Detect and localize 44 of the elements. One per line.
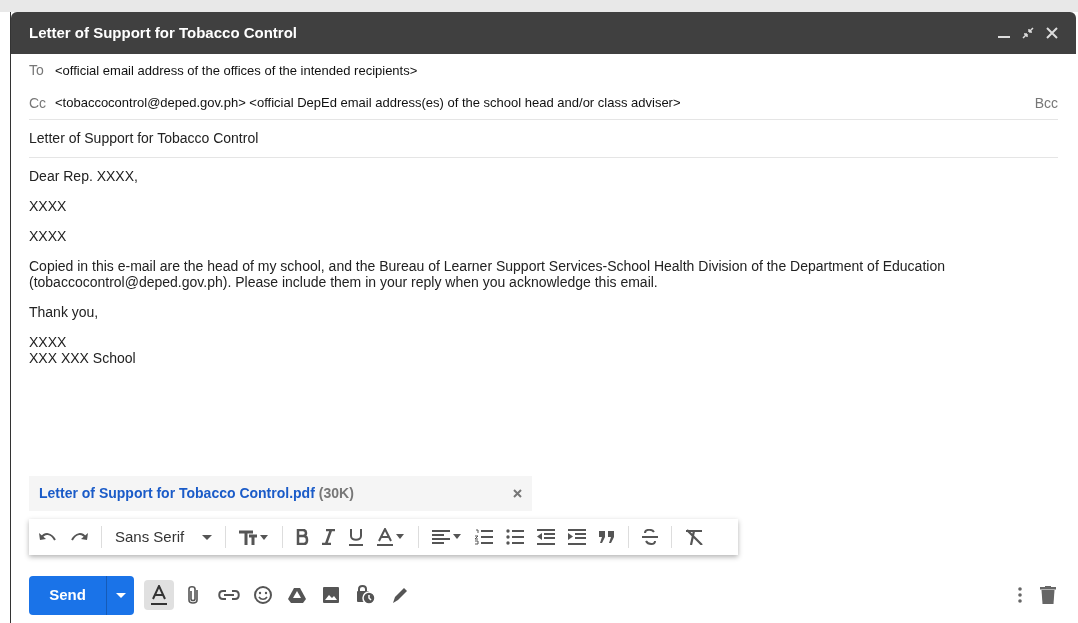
trash-icon[interactable] — [1040, 586, 1056, 604]
body-text: Dear Rep. XXXX, — [29, 168, 138, 184]
caret-icon — [202, 534, 213, 540]
body-text: XXXX — [29, 198, 67, 214]
more-options-icon[interactable] — [1018, 587, 1022, 603]
attachment-chip[interactable]: Letter of Support for Tobacco Control.pdf (30K) — [29, 476, 532, 511]
align-icon[interactable] — [432, 530, 463, 544]
redo-icon[interactable] — [70, 531, 88, 543]
bold-icon[interactable] — [296, 529, 310, 545]
undo-icon[interactable] — [39, 531, 57, 543]
body-text: XXXX — [29, 334, 67, 350]
close-icon[interactable] — [1046, 27, 1058, 39]
italic-icon[interactable] — [322, 529, 336, 545]
indent-more-icon[interactable] — [568, 529, 587, 545]
text-format-icon — [150, 585, 168, 605]
recipient-field[interactable]: <tobaccocontrol@deped.gov.ph> <official DepEd email address(es) of the school head and/or class adviser> — [55, 93, 681, 113]
exit-full-screen-icon[interactable] — [1022, 27, 1034, 39]
strikethrough-icon[interactable] — [642, 529, 659, 545]
underline-icon[interactable] — [348, 528, 365, 546]
clear-formatting-icon[interactable] — [685, 529, 704, 545]
body-text: Thank you, — [29, 304, 99, 320]
attachment-size: (30K) — [318, 484, 354, 503]
text-color-icon[interactable] — [377, 528, 406, 546]
remove-icon[interactable] — [513, 489, 522, 498]
send-button[interactable]: Send — [29, 575, 107, 615]
recipient-label: Cc — [29, 93, 48, 113]
body-text: (tobaccocontrol@deped.gov.ph). Please include them in your reply when you acknowledge this email. — [29, 274, 658, 290]
bcc-link[interactable]: Bcc — [1034, 92, 1058, 114]
body-text: Copied in this e-mail are the head of my school, and the Bureau of Learner Support Services-School Health Division of the Department of Education — [29, 258, 945, 274]
attachment-name[interactable]: Letter of Support for Tobacco Control.pdf — [39, 483, 315, 504]
quote-icon[interactable] — [599, 531, 616, 543]
text-size-icon[interactable] — [239, 529, 270, 545]
body-text: XXX XXX School — [29, 350, 136, 366]
formatting-options-button[interactable] — [144, 580, 174, 610]
window-title: Letter of Support for Tobacco Control — [29, 22, 298, 43]
recipient-label: To — [29, 61, 45, 80]
numbered-list-icon[interactable] — [475, 529, 494, 545]
subject-field[interactable]: Letter of Support for Tobacco Control — [29, 128, 259, 149]
recipient-field[interactable]: <official email address of the offices of the intended recipients> — [55, 60, 418, 81]
body-text: XXXX — [29, 228, 67, 244]
font-dropdown[interactable]: Sans Serif — [115, 525, 213, 549]
bulleted-list-icon[interactable] — [506, 529, 525, 545]
indent-less-icon[interactable] — [537, 529, 556, 545]
caret-icon — [115, 592, 126, 598]
